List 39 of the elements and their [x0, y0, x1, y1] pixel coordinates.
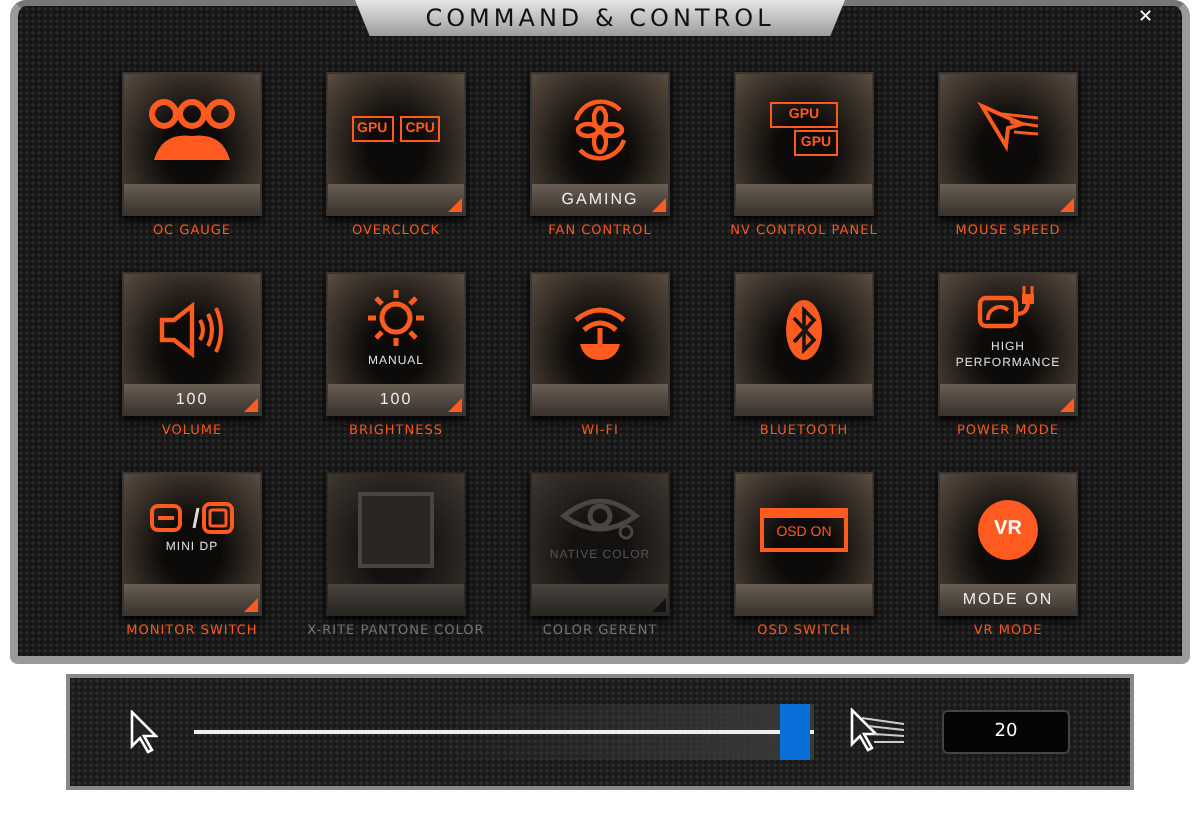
tile-button[interactable]: VR MODE ON — [938, 472, 1078, 616]
tile-button[interactable] — [122, 72, 262, 216]
tile-caption: GAMING — [561, 190, 639, 208]
eye-icon — [560, 493, 640, 542]
tile-button[interactable] — [734, 272, 874, 416]
tile-button[interactable]: GAMING — [530, 72, 670, 216]
tile-button[interactable] — [938, 72, 1078, 216]
speed-slider[interactable] — [194, 704, 814, 760]
caption-bar — [736, 384, 872, 414]
tile-button[interactable] — [530, 272, 670, 416]
caption-bar — [124, 184, 260, 214]
caption-bar — [532, 384, 668, 414]
caption-bar — [328, 584, 464, 614]
window-title: COMMAND & CONTROL — [355, 0, 845, 36]
caption-bar — [328, 184, 464, 214]
sun-icon — [366, 287, 426, 348]
display-port-icon — [150, 501, 234, 534]
caption-bar — [532, 584, 668, 614]
tile-caption: MODE ON — [962, 590, 1054, 608]
caption-bar — [124, 584, 260, 614]
close-button[interactable]: ✕ — [1138, 6, 1154, 26]
caption-bar — [940, 184, 1076, 214]
tile-caption: 100 — [175, 390, 209, 408]
bluetooth-icon — [784, 297, 824, 361]
speed-value: 20 — [942, 710, 1070, 754]
cursor-speed-icon — [974, 101, 1042, 157]
slider-thumb[interactable] — [779, 704, 810, 760]
caption-bar — [736, 584, 872, 614]
tile-caption: 100 — [379, 390, 413, 408]
logo-placeholder-icon — [358, 491, 434, 567]
caption-bar — [940, 384, 1076, 414]
tile-button[interactable]: 100 — [122, 272, 262, 416]
cursor-icon — [130, 710, 158, 754]
caption-bar — [736, 184, 872, 214]
tile-button[interactable] — [326, 472, 466, 616]
vr-headset-badge: VR — [978, 499, 1038, 559]
speaker-icon — [158, 301, 226, 357]
gauge-logo-icon — [146, 95, 238, 163]
fast-cursor-icon — [850, 708, 906, 756]
